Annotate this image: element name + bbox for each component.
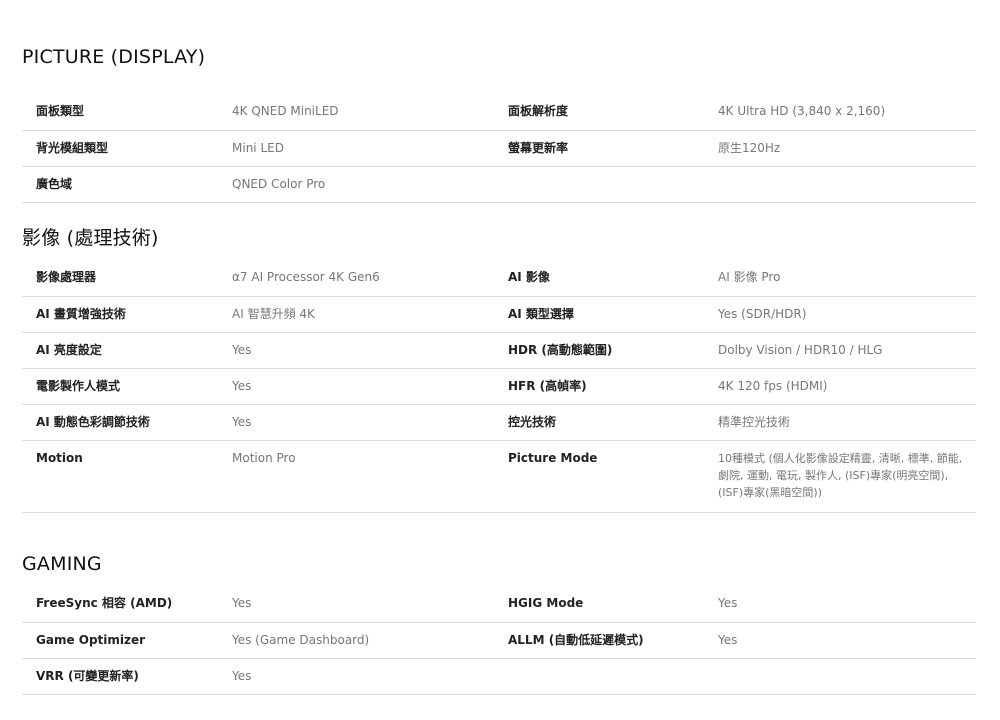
spec-key: AI 亮度設定	[36, 342, 102, 357]
spec-value: 4K QNED MiniLED	[232, 104, 339, 118]
spec-row: 電影製作人模式 Yes HFR (高幀率) 4K 120 fps (HDMI)	[22, 368, 976, 404]
spec-key: 螢幕更新率	[508, 140, 569, 155]
spec-row: 廣色域 QNED Color Pro	[22, 166, 976, 202]
spec-table: 面板類型 4K QNED MiniLED 面板解析度 4K Ultra HD (…	[22, 94, 976, 203]
spec-key: FreeSync 相容 (AMD)	[36, 596, 173, 610]
spec-row: Motion Motion Pro Picture Mode 10種模式 (個人…	[22, 440, 976, 512]
spec-value: Mini LED	[232, 140, 284, 155]
spec-key: Game Optimizer	[36, 632, 146, 647]
spec-key: 面板類型	[36, 104, 85, 118]
spec-key: Picture Mode	[508, 450, 598, 465]
spec-value: Yes	[232, 668, 252, 683]
spec-key: 背光模組類型	[36, 140, 109, 155]
spec-value: Yes (SDR/HDR)	[718, 306, 807, 321]
spec-row: VRR (可變更新率) Yes	[22, 658, 976, 694]
spec-key: AI 影像	[508, 270, 550, 284]
spec-key	[508, 166, 718, 202]
spec-row: 面板類型 4K QNED MiniLED 面板解析度 4K Ultra HD (…	[22, 94, 976, 130]
spec-value: Yes	[232, 378, 252, 393]
spec-value	[718, 658, 976, 694]
spec-table: 影像處理器 α7 AI Processor 4K Gen6 AI 影像 AI 影…	[22, 260, 976, 513]
spec-value: Yes	[232, 596, 252, 610]
spec-value: Yes	[718, 632, 738, 647]
section-title: 影像 (處理技術)	[22, 227, 159, 249]
spec-key: AI 動態色彩調節技術	[36, 414, 150, 429]
spec-key: VRR (可變更新率)	[36, 668, 139, 683]
spec-row: Game Optimizer Yes (Game Dashboard) ALLM…	[22, 622, 976, 658]
spec-key: HDR (高動態範圍)	[508, 342, 613, 357]
spec-key: HFR (高幀率)	[508, 378, 587, 393]
spec-value: Yes (Game Dashboard)	[232, 632, 370, 647]
spec-key	[508, 658, 718, 694]
spec-key: AI 畫質增強技術	[36, 306, 126, 321]
section-title: GAMING	[22, 553, 102, 575]
spec-value: Motion Pro	[232, 450, 296, 465]
section-gaming: GAMING FreeSync 相容 (AMD) Yes HGIG Mode Y…	[22, 547, 976, 695]
spec-value: 4K 120 fps (HDMI)	[718, 378, 828, 393]
spec-value: 原生120Hz	[718, 140, 781, 155]
spec-value: Yes	[718, 596, 738, 610]
spec-value: α7 AI Processor 4K Gen6	[232, 270, 380, 284]
spec-value: Yes	[232, 414, 252, 429]
spec-table: FreeSync 相容 (AMD) Yes HGIG Mode Yes Game…	[22, 586, 976, 695]
spec-key: 電影製作人模式	[36, 378, 121, 393]
spec-value	[718, 166, 976, 202]
spec-value: 10種模式 (個人化影像設定精靈, 清晰, 標準, 節能, 劇院, 運動, 電玩…	[718, 451, 963, 499]
spec-value: 精準控光技術	[718, 414, 791, 429]
spec-value: 4K Ultra HD (3,840 x 2,160)	[718, 104, 886, 118]
spec-value: Dolby Vision / HDR10 / HLG	[718, 342, 883, 357]
spec-key: AI 類型選擇	[508, 306, 574, 321]
spec-key: 控光技術	[508, 414, 557, 429]
spec-key: Motion	[36, 450, 83, 465]
spec-row: AI 亮度設定 Yes HDR (高動態範圍) Dolby Vision / H…	[22, 332, 976, 368]
spec-key: 廣色域	[36, 176, 73, 191]
spec-row: FreeSync 相容 (AMD) Yes HGIG Mode Yes	[22, 586, 976, 622]
spec-key: HGIG Mode	[508, 596, 584, 610]
spec-key: 面板解析度	[508, 104, 569, 118]
spec-value: QNED Color Pro	[232, 176, 326, 191]
spec-row: AI 畫質增強技術 AI 智慧升頻 4K AI 類型選擇 Yes (SDR/HD…	[22, 296, 976, 332]
spec-row: AI 動態色彩調節技術 Yes 控光技術 精準控光技術	[22, 404, 976, 440]
spec-value: AI 影像 Pro	[718, 270, 781, 284]
spec-row: 影像處理器 α7 AI Processor 4K Gen6 AI 影像 AI 影…	[22, 260, 976, 296]
section-image-processing: 影像 (處理技術) 影像處理器 α7 AI Processor 4K Gen6 …	[22, 221, 976, 513]
spec-key: 影像處理器	[36, 270, 97, 284]
section-picture-display: PICTURE (DISPLAY) 面板類型 4K QNED MiniLED 面…	[22, 40, 976, 203]
spec-key: ALLM (自動低延遲模式)	[508, 632, 644, 647]
section-title: PICTURE (DISPLAY)	[22, 46, 206, 68]
spec-value: Yes	[232, 342, 252, 357]
spec-row: 背光模組類型 Mini LED 螢幕更新率 原生120Hz	[22, 130, 976, 166]
spec-value: AI 智慧升頻 4K	[232, 306, 315, 321]
